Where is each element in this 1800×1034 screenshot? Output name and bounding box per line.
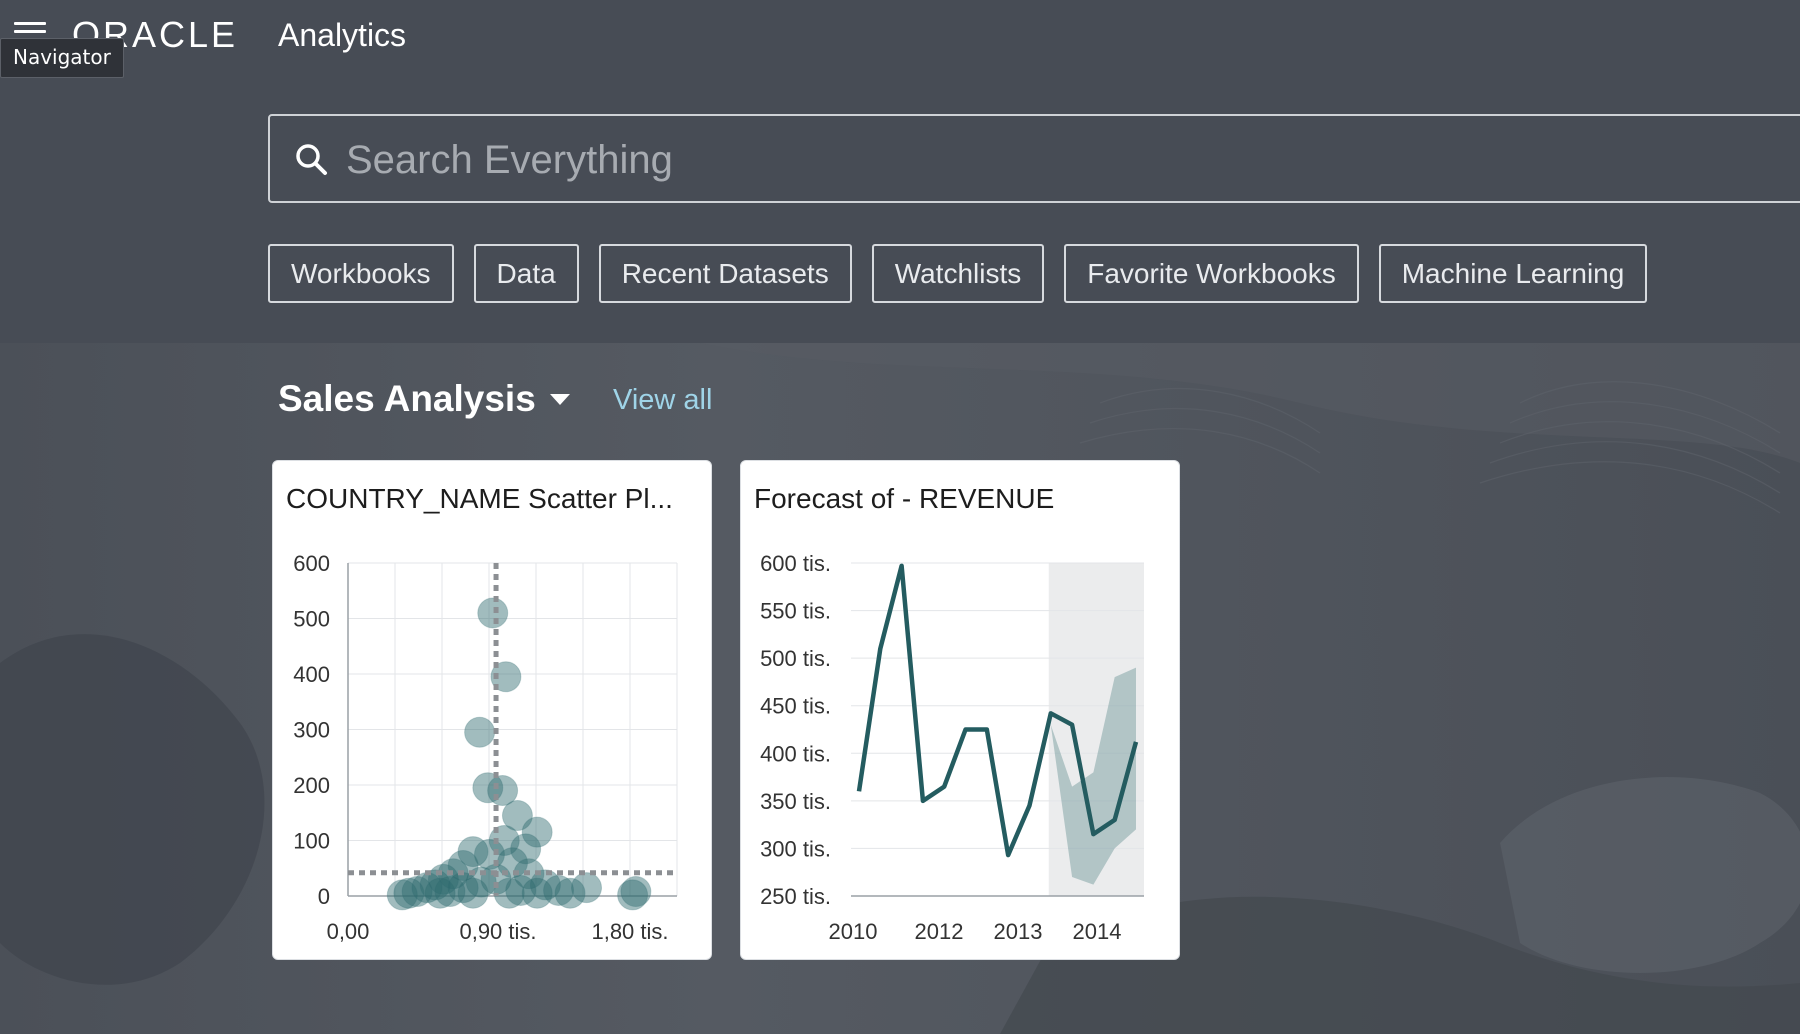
chip-favorite-workbooks[interactable]: Favorite Workbooks [1064,244,1359,303]
scatter-point [424,877,456,909]
x-tick-label: 2010 [829,919,878,944]
chip-watchlists[interactable]: Watchlists [871,244,1045,303]
y-tick-label: 250 tis. [760,884,831,909]
section-title: Sales Analysis [278,378,570,420]
scatter-point [571,872,603,904]
chip-recent-datasets[interactable]: Recent Datasets [598,244,852,303]
y-tick-label: 600 tis. [760,551,831,576]
scatter-plot-card[interactable]: COUNTRY_NAME Scatter Pl... 600 500 400 300 2… [272,460,712,960]
scatter-point [493,877,525,909]
x-tick-label: 2012 [915,919,964,944]
y-tick-label: 500 [293,607,330,632]
y-tick-label: 200 [293,773,330,798]
search-input[interactable] [344,126,1348,194]
section-dropdown-caret-icon[interactable] [549,393,570,405]
y-tick-label: 300 tis. [760,836,831,861]
search-bar[interactable] [268,114,1800,203]
scatter-point [457,877,489,909]
scatter-point [464,716,496,748]
y-tick-label: 500 tis. [760,646,831,671]
scatter-plot-chart: 600 500 400 300 200 100 0 0,00 0,90 tis. 1,80 tis… [293,551,678,944]
y-tick-label: 300 [293,718,330,743]
x-tick-label: 1,80 tis. [591,919,668,944]
chip-data[interactable]: Data [473,244,579,303]
y-tick-label: 400 [293,662,330,687]
y-tick-label: 450 tis. [760,694,831,719]
navigator-tooltip: Navigator [0,38,124,78]
scatter-point [617,879,649,911]
view-all-link[interactable]: View all [613,384,712,417]
forecast-card[interactable]: Forecast of - REVENUE 600 tis. 550 tis. 50… [740,460,1180,960]
y-tick-label: 400 tis. [760,741,831,766]
scatter-point [477,597,509,629]
app-name: Analytics [278,17,407,53]
y-tick-label: 350 tis. [760,789,831,814]
x-tick-label: 0,00 [327,919,370,944]
scatter-point [521,877,553,909]
chip-workbooks[interactable]: Workbooks [268,244,454,303]
search-icon [296,144,327,175]
y-tick-label: 100 [293,829,330,854]
y-tick-label: 0 [318,884,330,909]
y-tick-label: 550 tis. [760,599,831,624]
section-title-text: Sales Analysis [278,378,536,419]
x-tick-label: 0,90 tis. [459,919,536,944]
forecast-line-chart: 600 tis. 550 tis. 500 tis. 450 tis. 400 tis.… [760,551,1144,944]
x-tick-label: 2013 [994,919,1043,944]
y-tick-label: 600 [293,551,330,576]
scatter-point [386,879,418,911]
filter-chips: Workbooks Data Recent Datasets Watchlist… [268,244,1648,303]
chip-machine-learning[interactable]: Machine Learning [1378,244,1648,303]
x-tick-label: 2014 [1073,919,1122,944]
